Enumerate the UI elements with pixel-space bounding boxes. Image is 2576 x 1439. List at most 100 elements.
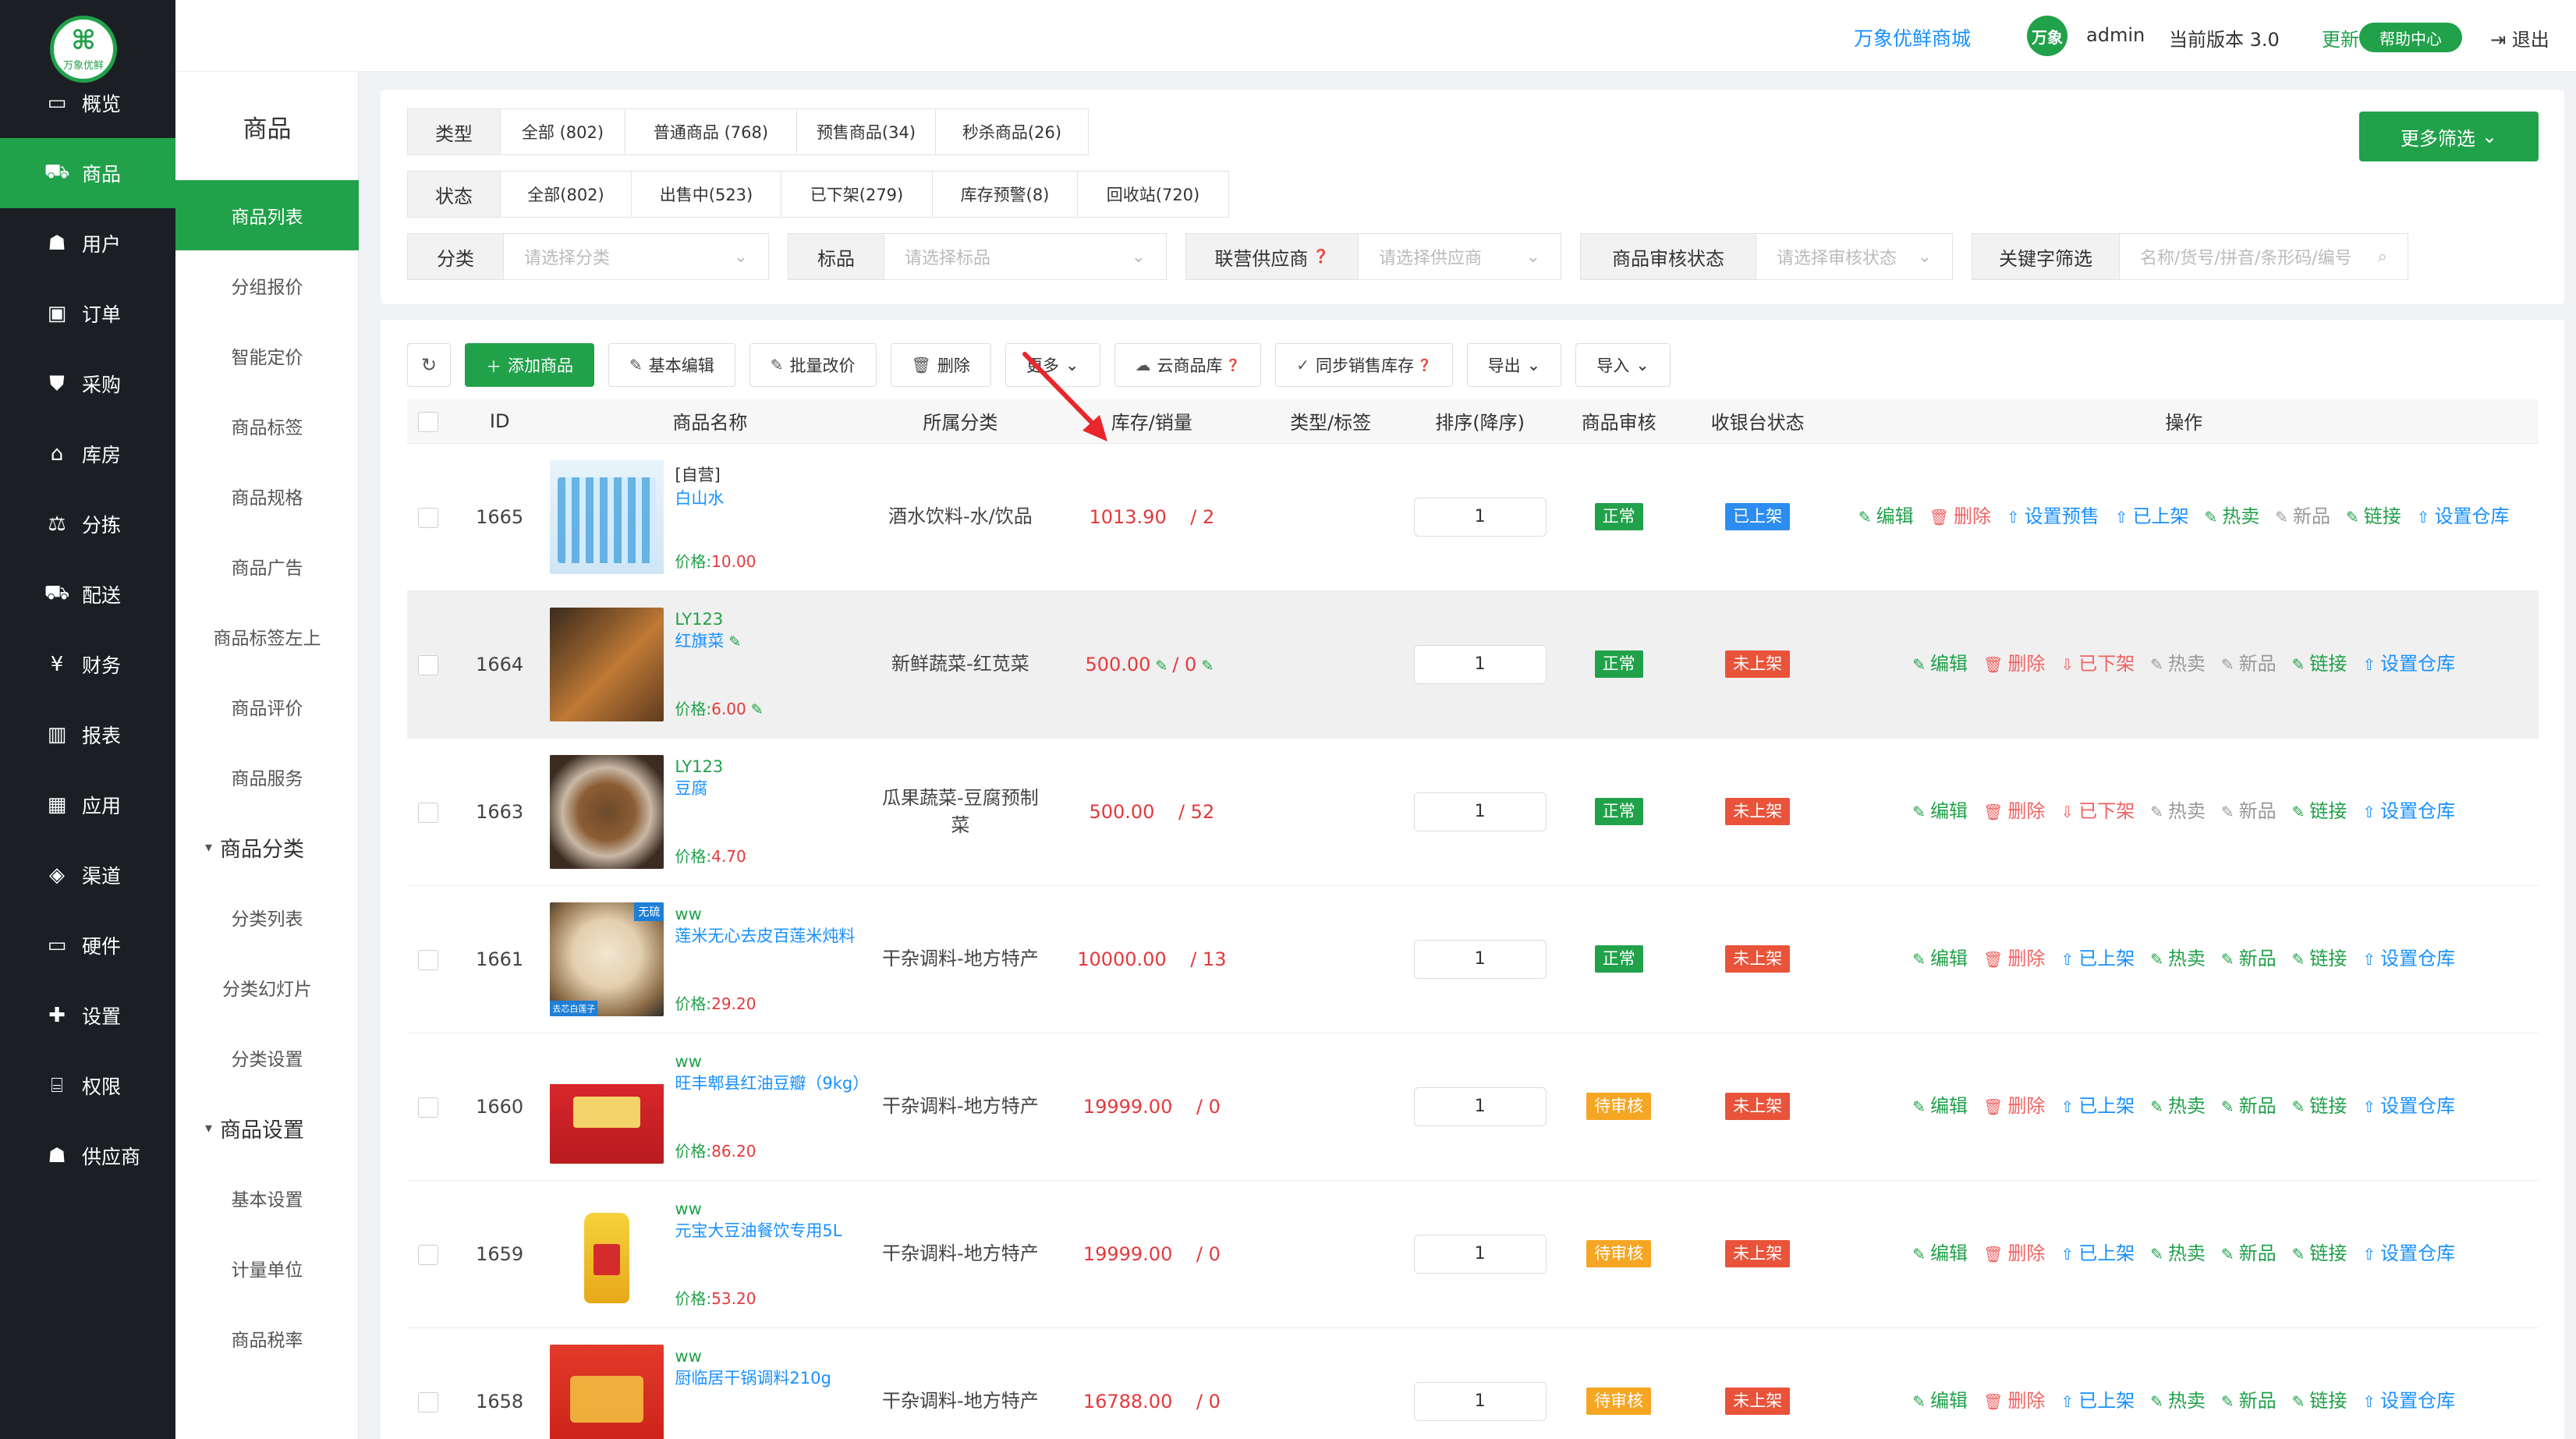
row-checkbox[interactable] — [417, 1244, 438, 1265]
product-image[interactable]: 无硫 去芯白莲子 — [550, 902, 664, 1016]
product-name-link[interactable]: 旺丰郫县红油豆瓣（9kg） — [675, 1072, 869, 1095]
type-tab-3[interactable]: 秒杀商品(26) — [936, 108, 1089, 155]
action-edit[interactable]: ✎ 编辑 — [1912, 1242, 1968, 1264]
row-checkbox[interactable] — [417, 507, 438, 528]
product-image[interactable] — [550, 607, 664, 721]
action-blue[interactable]: ⇧ 设置仓库 — [2362, 800, 2455, 822]
type-tab-1[interactable]: 普通商品 (768) — [625, 108, 797, 155]
cloud-library-button[interactable]: ☁ 云商品库 ❓ — [1114, 343, 1262, 387]
nav-item-14[interactable]: ⌸ 权限 — [0, 1051, 175, 1121]
pencil-icon[interactable]: ✎ — [1155, 657, 1168, 675]
nav-item-3[interactable]: ▣ 订单 — [0, 278, 175, 349]
pencil-icon[interactable]: ✎ — [728, 633, 741, 650]
row-checkbox[interactable] — [417, 949, 438, 970]
action-del[interactable]: 🗑 删除 — [1983, 948, 2045, 969]
action-del[interactable]: 🗑 删除 — [1983, 1390, 2045, 1412]
nav-item-8[interactable]: ¥ 财务 — [0, 629, 175, 700]
row-checkbox[interactable] — [417, 802, 438, 823]
action-edit[interactable]: ✎ 编辑 — [1858, 505, 1914, 527]
sub-item-8[interactable]: 商品服务 — [175, 742, 359, 812]
action-del[interactable]: 🗑 删除 — [1983, 1095, 2045, 1117]
batch-price-button[interactable]: ✎ 批量改价 — [749, 343, 877, 387]
action-blue[interactable]: ⇧ 设置仓库 — [2362, 1390, 2455, 1412]
row-checkbox[interactable] — [417, 654, 438, 675]
username[interactable]: admin — [2086, 24, 2145, 46]
delete-button[interactable]: 🗑 删除 — [890, 343, 991, 387]
nav-item-11[interactable]: ◈ 渠道 — [0, 840, 175, 910]
action-orange[interactable]: ⇩ 已下架 — [2060, 800, 2135, 822]
row-checkbox[interactable] — [417, 1391, 438, 1412]
sort-input[interactable]: 1 — [1413, 1234, 1547, 1274]
table-row[interactable]: 1660 ww 旺丰郫县红油豆瓣（9kg） 价格:86.20 干杂调料-地方特产 1999… — [407, 1033, 2539, 1181]
action-blue[interactable]: ⇧ 已上架 — [2060, 1095, 2135, 1117]
update-link[interactable]: 更新 — [2322, 24, 2359, 51]
sub-item-1[interactable]: 分组报价 — [175, 250, 359, 321]
type-tab-0[interactable]: 全部 (802) — [501, 108, 625, 155]
product-image[interactable] — [550, 1196, 664, 1311]
action-blue[interactable]: ⇧ 设置预售 — [2007, 505, 2099, 527]
sub-item-10[interactable]: 分类列表 — [175, 882, 359, 952]
table-row[interactable]: 1659 ww 元宝大豆油餐饮专用5L 价格:53.20 干杂调料-地方特产 19999.… — [407, 1180, 2539, 1328]
action-edit[interactable]: ✎ 编辑 — [1912, 1095, 1968, 1117]
more-actions-button[interactable]: 更多 ⌄ — [1005, 343, 1100, 387]
action-edit[interactable]: ✎ 热卖 — [2150, 1095, 2206, 1117]
nav-item-5[interactable]: ⌂ 库房 — [0, 419, 175, 489]
sort-input[interactable]: 1 — [1413, 1381, 1547, 1421]
action-blue[interactable]: ⇧ 设置仓库 — [2362, 1242, 2455, 1264]
sub-item-15[interactable]: 计量单位 — [175, 1233, 359, 1303]
status-tab-4[interactable]: 回收站(720) — [1078, 171, 1229, 218]
action-del[interactable]: 🗑 删除 — [1983, 653, 2045, 675]
action-del[interactable]: 🗑 删除 — [1983, 1242, 2045, 1264]
nav-item-1[interactable]: ⛟ 商品 — [0, 138, 175, 208]
nav-item-13[interactable]: ✚ 设置 — [0, 980, 175, 1051]
action-blue[interactable]: ⇧ 已上架 — [2060, 1242, 2135, 1264]
action-edit[interactable]: ✎ 热卖 — [2205, 505, 2260, 527]
basic-edit-button[interactable]: ✎ 基本编辑 — [608, 343, 735, 387]
action-del[interactable]: 🗑 删除 — [1929, 505, 1991, 527]
sub-item-4[interactable]: 商品规格 — [175, 461, 359, 531]
logout-button[interactable]: ⇥ 退出 — [2490, 24, 2549, 51]
row-checkbox[interactable] — [417, 1097, 438, 1118]
table-row[interactable]: 1664 LY123 红旗菜 ✎ 价格:6.00 ✎ 新鲜蔬菜-红苋菜 500.00 ✎/ 0 ✎… — [407, 590, 2539, 739]
product-name-link[interactable]: 豆腐 — [675, 778, 746, 800]
action-blue[interactable]: ⇧ 已上架 — [2115, 505, 2189, 527]
action-edit[interactable]: ✎ 编辑 — [1912, 1390, 1968, 1412]
action-edit[interactable]: ✎ 链接 — [2292, 800, 2347, 822]
action-blue[interactable]: ⇧ 设置仓库 — [2417, 505, 2510, 527]
nav-item-12[interactable]: ▭ 硬件 — [0, 910, 175, 980]
status-tab-1[interactable]: 出售中(523) — [632, 171, 781, 218]
action-edit[interactable]: ✎ 链接 — [2292, 653, 2347, 675]
table-row[interactable]: 1665 [自营] 白山水 价格:10.00 酒水饮料-水/饮品 1013.90 / 21… — [407, 443, 2539, 591]
action-edit[interactable]: ✎ 新品 — [2221, 1390, 2277, 1412]
status-tab-0[interactable]: 全部(802) — [501, 171, 632, 218]
category-select[interactable]: 请选择分类 ⌄ — [504, 233, 769, 280]
sort-input[interactable]: 1 — [1413, 792, 1547, 831]
product-name-link[interactable]: 厨临居干锅调料210g — [675, 1367, 831, 1390]
nav-item-15[interactable]: ☗ 供应商 — [0, 1121, 175, 1191]
action-edit[interactable]: ✎ 编辑 — [1912, 948, 1968, 969]
action-grey[interactable]: ✎ 新品 — [2221, 800, 2277, 822]
sort-input[interactable]: 1 — [1413, 497, 1547, 537]
sort-input[interactable]: 1 — [1413, 939, 1547, 979]
status-tab-3[interactable]: 库存预警(8) — [933, 171, 1078, 218]
nav-item-9[interactable]: ▥ 报表 — [0, 700, 175, 770]
export-button[interactable]: 导出 ⌄ — [1466, 343, 1562, 387]
action-grey[interactable]: ✎ 新品 — [2221, 653, 2277, 675]
more-filter-button[interactable]: 更多筛选 ⌄ — [2359, 112, 2539, 161]
action-edit[interactable]: ✎ 链接 — [2292, 1095, 2347, 1117]
sub-item-3[interactable]: 商品标签 — [175, 391, 359, 461]
sub-item-0[interactable]: 商品列表 — [175, 180, 359, 250]
product-name-link[interactable]: 莲米无心去皮百莲米炖料 — [675, 925, 855, 948]
sub-item-2[interactable]: 智能定价 — [175, 321, 359, 391]
supplier-select[interactable]: 请选择供应商 ⌄ — [1359, 233, 1561, 280]
import-button[interactable]: 导入 ⌄ — [1575, 343, 1671, 387]
action-edit[interactable]: ✎ 热卖 — [2150, 1242, 2206, 1264]
audit-select[interactable]: 请选择审核状态 ⌄ — [1756, 233, 1953, 280]
action-edit[interactable]: ✎ 链接 — [2346, 505, 2401, 527]
action-grey[interactable]: ✎ 热卖 — [2150, 800, 2206, 822]
action-edit[interactable]: ✎ 链接 — [2292, 1242, 2347, 1264]
sync-stock-button[interactable]: ✓ 同步销售库存 ❓ — [1275, 343, 1453, 387]
action-grey[interactable]: ✎ 热卖 — [2150, 653, 2206, 675]
nav-item-2[interactable]: ☗ 用户 — [0, 208, 175, 278]
action-edit[interactable]: ✎ 链接 — [2292, 1390, 2347, 1412]
